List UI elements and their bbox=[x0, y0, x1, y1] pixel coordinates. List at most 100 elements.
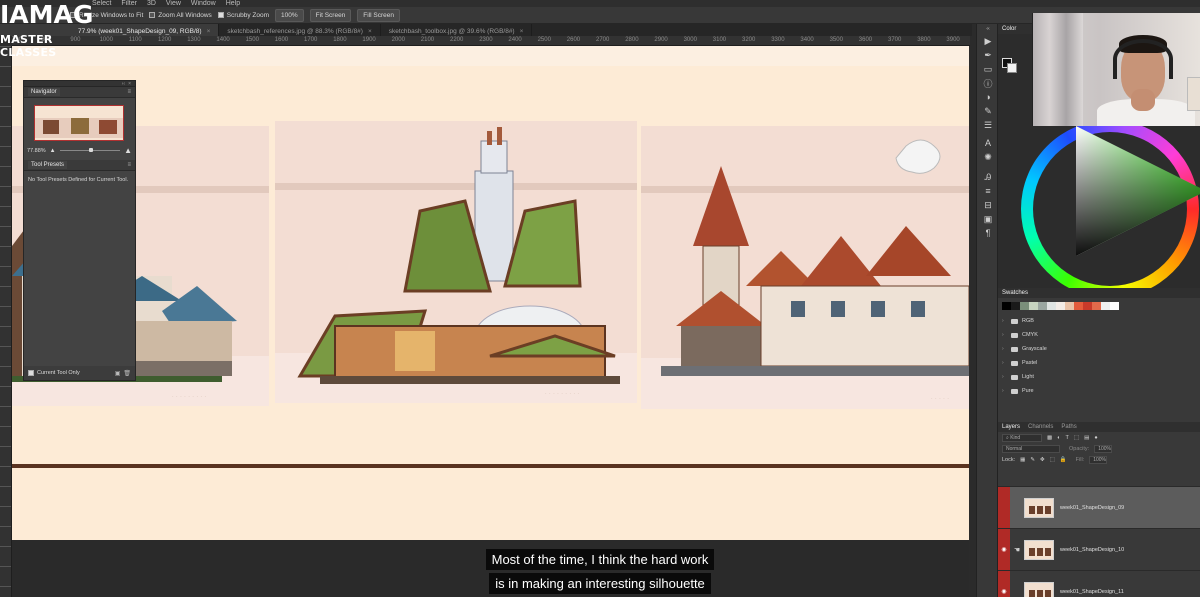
lock-transparent-icon[interactable]: ▦ bbox=[1020, 457, 1025, 463]
layers-icon[interactable]: ▣ bbox=[977, 212, 999, 226]
fit-screen-button[interactable]: Fit Screen bbox=[309, 8, 352, 22]
layer-row[interactable]: week01_ShapeDesign_09 bbox=[998, 486, 1200, 529]
sliders-icon[interactable]: ☰ bbox=[977, 118, 999, 132]
adjust-icon[interactable]: ◑ bbox=[977, 90, 999, 104]
lock-move-icon[interactable]: ✥ bbox=[1040, 457, 1045, 463]
trash-icon[interactable]: 🗑 bbox=[123, 370, 131, 377]
swatch-folder[interactable]: › Pure bbox=[998, 384, 1200, 398]
type-icon[interactable]: A bbox=[977, 136, 999, 150]
folder-icon bbox=[1011, 346, 1018, 352]
navigator-tab[interactable]: Navigator ≡ bbox=[24, 87, 135, 98]
new-preset-icon[interactable]: ▣ bbox=[115, 370, 121, 377]
ruler-icon[interactable]: ▭ bbox=[977, 62, 999, 76]
pen-icon[interactable]: ✒ bbox=[977, 48, 999, 62]
kind-filter-select[interactable]: ⌕ Kind bbox=[1002, 433, 1042, 442]
swatch-folder[interactable]: › CMYK bbox=[998, 328, 1200, 342]
swatch-folder[interactable]: › Light bbox=[998, 370, 1200, 384]
blend-mode-select[interactable]: Normal bbox=[1002, 444, 1060, 453]
swatches-title: Swatches bbox=[1002, 290, 1029, 296]
chevron-right-icon[interactable]: › bbox=[1002, 332, 1007, 338]
color-swatch[interactable] bbox=[1047, 302, 1056, 310]
swatch-folder[interactable]: › Pastel bbox=[998, 356, 1200, 370]
filter-toggle-icon[interactable]: ● bbox=[1094, 435, 1097, 441]
current-tool-only-checkbox[interactable] bbox=[28, 370, 34, 376]
color-swatch[interactable] bbox=[1092, 302, 1101, 310]
settings-icon[interactable]: ✺ bbox=[977, 150, 999, 164]
chevron-right-icon[interactable]: › bbox=[1002, 360, 1007, 366]
chevron-right-icon[interactable]: › bbox=[1002, 346, 1007, 352]
color-swatch[interactable] bbox=[1002, 302, 1011, 310]
menu-filter[interactable]: Filter bbox=[121, 0, 137, 7]
levels-icon[interactable]: ≡ bbox=[977, 184, 999, 198]
filter-smart-object-icon[interactable]: ▤ bbox=[1084, 435, 1089, 441]
filter-pixel-icon[interactable]: ▩ bbox=[1047, 435, 1052, 441]
collapse-icon[interactable]: ‹‹ bbox=[122, 81, 125, 87]
tab-channels[interactable]: Channels bbox=[1028, 424, 1053, 430]
color-swatch[interactable] bbox=[1056, 302, 1065, 310]
color-swatch[interactable] bbox=[1083, 302, 1092, 310]
tab-sketchbash-references[interactable]: sketchbash_references.jpg @ 88.3% (RGB/8… bbox=[219, 24, 381, 36]
filter-adjustment-icon[interactable]: ◐ bbox=[1057, 435, 1060, 441]
zoom-slider-knob[interactable] bbox=[88, 148, 93, 152]
tool-presets-tab[interactable]: Tool Presets ≡ bbox=[24, 160, 135, 171]
expand-panels-icon[interactable]: ‹‹ bbox=[977, 24, 999, 34]
tab-paths[interactable]: Paths bbox=[1061, 424, 1076, 430]
color-swatch[interactable] bbox=[1011, 302, 1020, 310]
ruler-tick bbox=[0, 486, 11, 487]
color-swatch[interactable] bbox=[1020, 302, 1029, 310]
ruler-label: 3500 bbox=[829, 37, 843, 43]
close-icon[interactable]: × bbox=[368, 28, 372, 35]
fill-screen-button[interactable]: Fill Screen bbox=[357, 8, 401, 22]
close-icon[interactable]: × bbox=[520, 28, 524, 35]
building-illustration-middle bbox=[297, 127, 620, 384]
opacity-field[interactable]: 100% bbox=[1094, 444, 1113, 453]
zoom-slider[interactable] bbox=[59, 148, 121, 152]
zoom-100-button[interactable]: 100% bbox=[275, 8, 304, 22]
filter-type-icon[interactable]: T bbox=[1066, 435, 1069, 441]
menu-view[interactable]: View bbox=[166, 0, 181, 7]
scrubby-zoom-checkbox[interactable]: Scrubby Zoom bbox=[217, 12, 269, 19]
fill-field[interactable]: 100% bbox=[1089, 455, 1108, 464]
close-icon[interactable]: × bbox=[207, 28, 211, 35]
panel-menu-icon[interactable]: ≡ bbox=[127, 89, 131, 95]
chevron-right-icon[interactable]: › bbox=[1002, 388, 1007, 394]
zoom-in-icon[interactable]: ▲ bbox=[124, 146, 132, 155]
character-icon[interactable]: Ꭿ bbox=[977, 170, 999, 184]
menu-3d[interactable]: 3D bbox=[147, 0, 156, 7]
panel-menu-icon[interactable]: ≡ bbox=[127, 162, 131, 168]
stamp-icon[interactable]: ⊟ bbox=[977, 198, 999, 212]
zoom-all-windows-checkbox[interactable]: Zoom All Windows bbox=[149, 12, 212, 19]
close-icon[interactable]: × bbox=[128, 81, 131, 87]
menu-window[interactable]: Window bbox=[191, 0, 216, 7]
lock-paint-icon[interactable]: ✎ bbox=[1030, 457, 1035, 463]
navigator-zoom-value[interactable]: 77.88% bbox=[27, 148, 46, 154]
brush-icon[interactable]: ✎ bbox=[977, 104, 999, 118]
lock-artboard-icon[interactable]: ⬚ bbox=[1050, 457, 1055, 463]
menu-help[interactable]: Help bbox=[226, 0, 240, 7]
color-swatch[interactable] bbox=[1074, 302, 1083, 310]
lock-all-icon[interactable]: 🔒 bbox=[1060, 457, 1067, 463]
color-swatch[interactable] bbox=[1029, 302, 1038, 310]
layer-name[interactable]: week01_ShapeDesign_09 bbox=[1060, 505, 1124, 511]
color-swatch[interactable] bbox=[1101, 302, 1110, 310]
tab-sketchbash-toolbox[interactable]: sketchbash_toolbox.jpg @ 39.6% (RGB/8#) × bbox=[381, 24, 533, 36]
color-swatch[interactable] bbox=[1110, 302, 1119, 310]
filter-shape-icon[interactable]: ⬚ bbox=[1074, 435, 1079, 441]
menu-select[interactable]: Select bbox=[92, 0, 111, 7]
background-color-swatch[interactable] bbox=[1007, 63, 1017, 73]
zoom-out-icon[interactable]: ▲ bbox=[50, 148, 56, 154]
paragraph-icon[interactable]: ¶ bbox=[977, 226, 999, 240]
swatch-folder[interactable]: › RGB bbox=[998, 314, 1200, 328]
navigator-thumbnail[interactable] bbox=[34, 105, 124, 141]
color-swatch[interactable] bbox=[1038, 302, 1047, 310]
chevron-right-icon[interactable]: › bbox=[1002, 318, 1007, 324]
tab-layers[interactable]: Layers bbox=[1002, 424, 1020, 430]
info-icon[interactable]: ⓘ bbox=[977, 76, 999, 90]
document-canvas[interactable]: · · · · · · · · · · · · · · · · · · · · … bbox=[12, 46, 969, 540]
swatches-panel-header[interactable]: Swatches bbox=[998, 288, 1200, 298]
swatch-folder[interactable]: › Grayscale bbox=[998, 342, 1200, 356]
chevron-right-icon[interactable]: › bbox=[1002, 374, 1007, 380]
color-swatch[interactable] bbox=[1065, 302, 1074, 310]
move-icon[interactable]: ▶ bbox=[977, 34, 999, 48]
visibility-off-icon[interactable] bbox=[998, 486, 1010, 529]
